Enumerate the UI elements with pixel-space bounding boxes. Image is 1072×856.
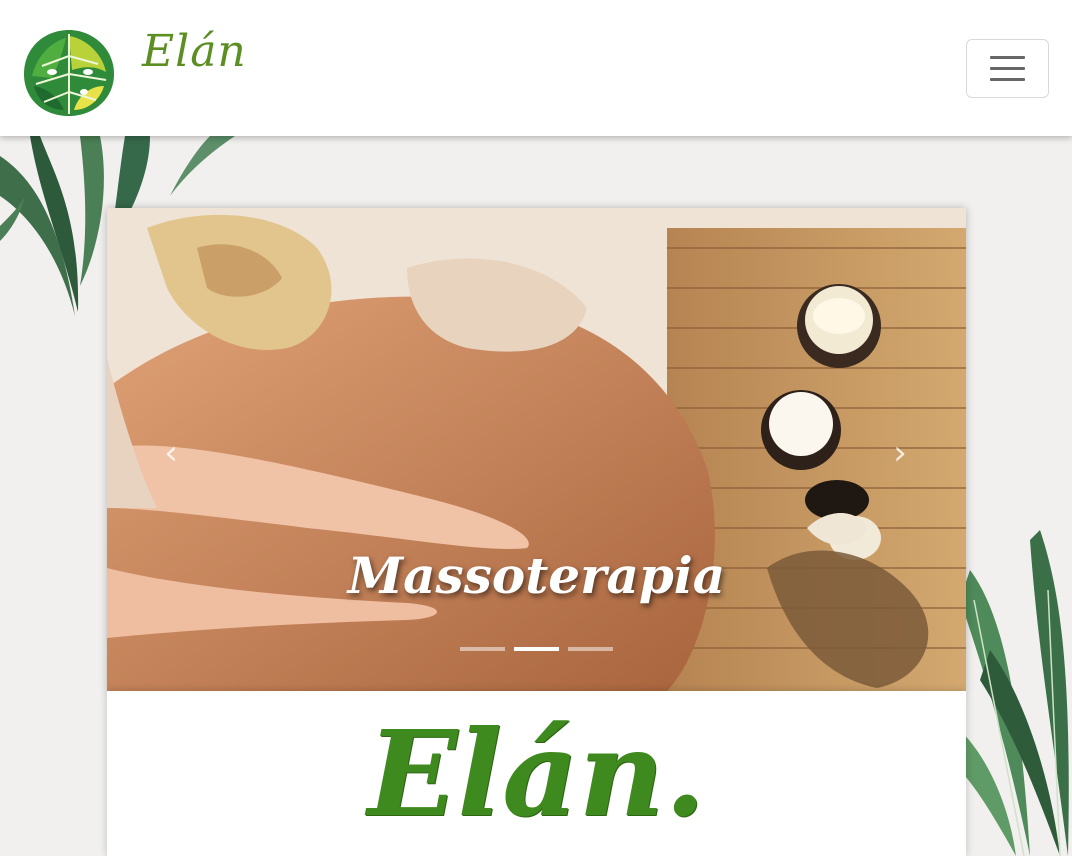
monstera-leaf-icon[interactable] bbox=[22, 26, 116, 118]
slide-caption: Massoterapia bbox=[347, 546, 726, 605]
carousel-indicator-2[interactable] bbox=[514, 647, 559, 651]
chevron-left-icon: ‹ bbox=[164, 433, 178, 473]
hero-carousel[interactable]: ‹ › Massoterapia bbox=[107, 208, 966, 691]
navbar: Elán bbox=[0, 0, 1072, 136]
carousel-indicator-3[interactable] bbox=[568, 647, 613, 651]
leaf-decoration-bottom-right bbox=[960, 530, 1069, 856]
intro-section: Elán. bbox=[107, 691, 966, 856]
massage-slide-image bbox=[107, 208, 966, 691]
carousel-prev-button[interactable]: ‹ bbox=[151, 433, 191, 473]
carousel-next-button[interactable]: › bbox=[880, 433, 920, 473]
navbar-toggler-button[interactable] bbox=[966, 39, 1049, 98]
carousel-indicator-1[interactable] bbox=[460, 647, 505, 651]
brand-name[interactable]: Elán bbox=[142, 26, 247, 77]
chevron-right-icon: › bbox=[893, 433, 907, 473]
section-logo-text: Elán. bbox=[367, 704, 706, 843]
